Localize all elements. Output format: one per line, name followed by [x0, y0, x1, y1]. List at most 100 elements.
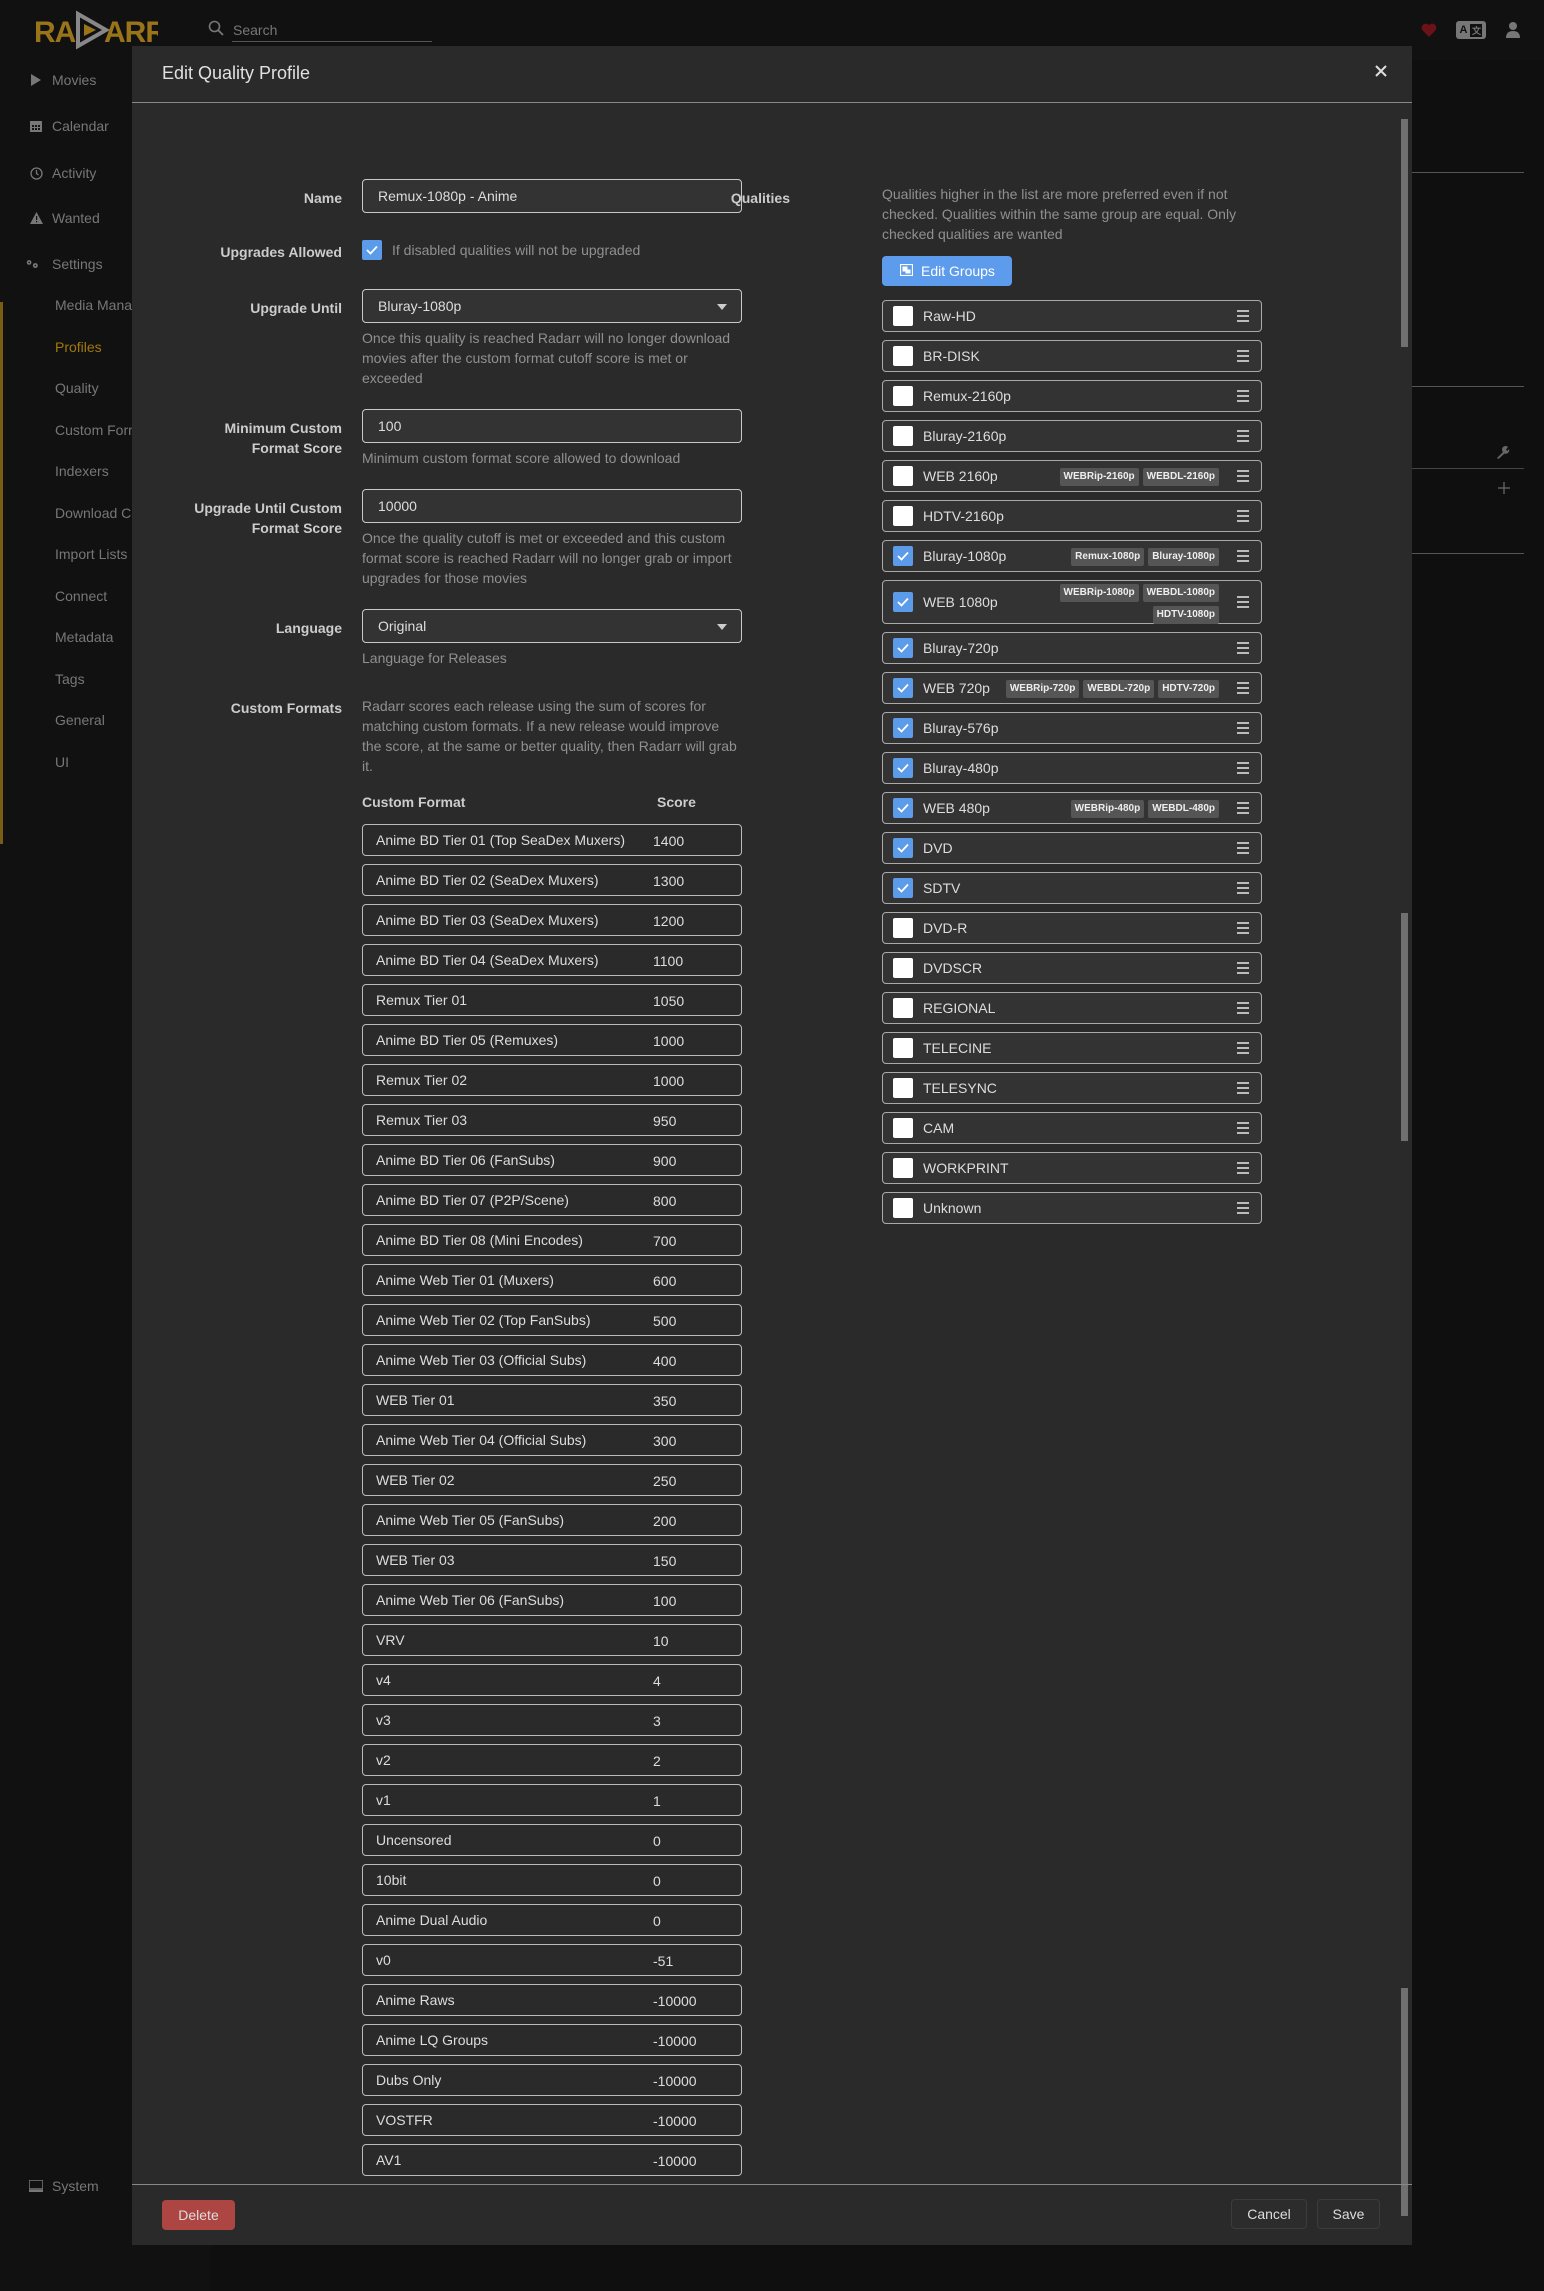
custom-format-score-input[interactable]: 2	[653, 1753, 661, 1769]
drag-handle-icon[interactable]	[1237, 390, 1249, 402]
drag-handle-icon[interactable]	[1237, 682, 1249, 694]
quality-row[interactable]: SDTV	[882, 872, 1262, 904]
quality-row[interactable]: BR-DISK	[882, 340, 1262, 372]
drag-handle-icon[interactable]	[1237, 1082, 1249, 1094]
quality-row[interactable]: WORKPRINT	[882, 1152, 1262, 1184]
drag-handle-icon[interactable]	[1237, 762, 1249, 774]
sidebar-subitem-download-cl[interactable]: Download Cl	[55, 498, 134, 528]
quality-checkbox[interactable]	[893, 386, 913, 406]
custom-format-score-input[interactable]: 700	[653, 1233, 676, 1249]
custom-format-score-input[interactable]: 0	[653, 1833, 661, 1849]
quality-checkbox[interactable]	[893, 798, 913, 818]
sidebar-subitem-custom-form[interactable]: Custom Form	[55, 415, 140, 445]
heart-icon[interactable]	[1418, 20, 1440, 40]
quality-checkbox[interactable]	[893, 1158, 913, 1178]
drag-handle-icon[interactable]	[1237, 802, 1249, 814]
custom-format-score-input[interactable]: 600	[653, 1273, 676, 1289]
quality-row[interactable]: WEB 2160p WEBRip-2160p WEBDL-2160p	[882, 460, 1262, 492]
name-input[interactable]	[378, 188, 726, 204]
custom-format-score-input[interactable]: 350	[653, 1393, 676, 1409]
close-button[interactable]	[1370, 62, 1392, 84]
quality-row[interactable]: WEB 1080p WEBRip-1080p WEBDL-1080p HDTV-108…	[882, 580, 1262, 624]
drag-handle-icon[interactable]	[1237, 1122, 1249, 1134]
drag-handle-icon[interactable]	[1237, 470, 1249, 482]
quality-checkbox[interactable]	[893, 1198, 913, 1218]
upgrade-until-cf-field[interactable]	[362, 489, 742, 523]
name-field[interactable]	[362, 179, 742, 213]
quality-row[interactable]: REGIONAL	[882, 992, 1262, 1024]
quality-row[interactable]: Bluray-1080p Remux-1080p Bluray-1080p	[882, 540, 1262, 572]
sidebar-subitem-media-mana[interactable]: Media Mana	[55, 290, 132, 320]
drag-handle-icon[interactable]	[1237, 1002, 1249, 1014]
quality-checkbox[interactable]	[893, 958, 913, 978]
custom-format-score-input[interactable]: 200	[653, 1513, 676, 1529]
custom-format-score-input[interactable]: 1300	[653, 873, 684, 889]
sidebar-subitem-metadata[interactable]: Metadata	[55, 622, 113, 652]
sidebar-subitem-quality[interactable]: Quality	[55, 373, 99, 403]
drag-handle-icon[interactable]	[1237, 722, 1249, 734]
custom-format-score-input[interactable]: 4	[653, 1673, 661, 1689]
sidebar-subitem-connect[interactable]: Connect	[55, 581, 107, 611]
custom-format-score-input[interactable]: 900	[653, 1153, 676, 1169]
custom-format-score-input[interactable]: -10000	[653, 2153, 697, 2169]
quality-checkbox[interactable]	[893, 346, 913, 366]
drag-handle-icon[interactable]	[1237, 596, 1249, 608]
quality-row[interactable]: Bluray-576p	[882, 712, 1262, 744]
custom-format-score-input[interactable]: 150	[653, 1553, 676, 1569]
quality-row[interactable]: DVD-R	[882, 912, 1262, 944]
edit-groups-button[interactable]: Edit Groups	[882, 256, 1012, 286]
custom-format-score-input[interactable]: 300	[653, 1433, 676, 1449]
custom-format-score-input[interactable]: 950	[653, 1113, 676, 1129]
quality-checkbox[interactable]	[893, 638, 913, 658]
scrollbar-thumb[interactable]	[1401, 913, 1408, 1141]
upgrade-until-select[interactable]: Bluray-1080p	[362, 289, 742, 323]
custom-format-score-input[interactable]: 1400	[653, 833, 684, 849]
custom-format-score-input[interactable]: 100	[653, 1593, 676, 1609]
quality-row[interactable]: DVDSCR	[882, 952, 1262, 984]
custom-format-score-input[interactable]: 500	[653, 1313, 676, 1329]
quality-checkbox[interactable]	[893, 718, 913, 738]
drag-handle-icon[interactable]	[1237, 310, 1249, 322]
custom-format-score-input[interactable]: 250	[653, 1473, 676, 1489]
radarr-logo[interactable]: RA ARR	[34, 10, 168, 50]
drag-handle-icon[interactable]	[1237, 922, 1249, 934]
modal-scrollbar[interactable]	[1401, 104, 1408, 2216]
user-icon[interactable]	[1502, 20, 1524, 40]
quality-checkbox[interactable]	[893, 306, 913, 326]
language-select[interactable]: Original	[362, 609, 742, 643]
min-cf-score-field[interactable]	[362, 409, 742, 443]
quality-row[interactable]: TELECINE	[882, 1032, 1262, 1064]
custom-format-score-input[interactable]: -51	[653, 1953, 673, 1969]
custom-format-score-input[interactable]: 0	[653, 1873, 661, 1889]
custom-format-score-input[interactable]: 0	[653, 1913, 661, 1929]
custom-format-score-input[interactable]: 1050	[653, 993, 684, 1009]
quality-checkbox[interactable]	[893, 1078, 913, 1098]
min-cf-score-input[interactable]	[378, 418, 726, 434]
sidebar-subitem-tags[interactable]: Tags	[55, 664, 85, 694]
sidebar-subitem-profiles[interactable]: Profiles	[55, 332, 102, 362]
upgrades-allowed-checkbox[interactable]	[362, 240, 382, 260]
save-button[interactable]: Save	[1317, 2199, 1380, 2229]
quality-checkbox[interactable]	[893, 506, 913, 526]
custom-format-score-input[interactable]: -10000	[653, 2033, 697, 2049]
add-icon[interactable]	[1498, 482, 1514, 498]
custom-format-score-input[interactable]: 1000	[653, 1033, 684, 1049]
custom-format-score-input[interactable]: 1200	[653, 913, 684, 929]
drag-handle-icon[interactable]	[1237, 962, 1249, 974]
translate-icon[interactable]: A文	[1456, 21, 1486, 39]
quality-row[interactable]: Unknown	[882, 1192, 1262, 1224]
quality-checkbox[interactable]	[893, 1118, 913, 1138]
custom-format-score-input[interactable]: -10000	[653, 2113, 697, 2129]
scrollbar-thumb[interactable]	[1401, 119, 1408, 347]
sidebar-subitem-indexers[interactable]: Indexers	[55, 456, 109, 486]
sidebar-subitem-import-lists[interactable]: Import Lists	[55, 539, 127, 569]
drag-handle-icon[interactable]	[1237, 350, 1249, 362]
quality-checkbox[interactable]	[893, 998, 913, 1018]
quality-row[interactable]: Bluray-480p	[882, 752, 1262, 784]
drag-handle-icon[interactable]	[1237, 1162, 1249, 1174]
quality-checkbox[interactable]	[893, 466, 913, 486]
custom-format-score-input[interactable]: 800	[653, 1193, 676, 1209]
quality-checkbox[interactable]	[893, 546, 913, 566]
wrench-icon[interactable]	[1496, 445, 1512, 461]
quality-row[interactable]: Bluray-720p	[882, 632, 1262, 664]
